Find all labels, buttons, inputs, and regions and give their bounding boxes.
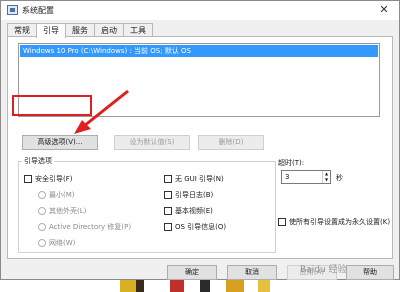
spin-arrows-icon[interactable]: ▲ ▼ <box>322 171 330 183</box>
background-image-fragment <box>120 280 136 292</box>
no-gui-label: 无 GUI 引导(N) <box>175 175 224 183</box>
radio-circle <box>38 223 46 231</box>
boot-options-label: 引导选项 <box>22 156 54 166</box>
radio-circle <box>38 191 46 199</box>
network-label: 网络(W) <box>49 239 76 247</box>
checkbox-box <box>24 175 32 183</box>
make-permanent-checkbox[interactable]: 使所有引导设置成为永久设置(K) <box>278 217 396 228</box>
tab-general[interactable]: 常规 <box>7 23 37 37</box>
active-directory-label: Active Directory 修复(P) <box>49 223 132 231</box>
minimal-radio[interactable]: 最小(M) <box>38 190 75 200</box>
timeout-label: 超时(T): <box>278 159 305 167</box>
annotation-highlight-box <box>12 95 92 116</box>
background-strip <box>0 280 400 292</box>
minimal-label: 最小(M) <box>49 191 75 199</box>
advanced-options-button[interactable]: 高级选项(V)... <box>22 135 98 150</box>
set-default-button[interactable]: 设为默认值(S) <box>114 135 190 150</box>
cancel-button[interactable]: 取消 <box>227 265 277 280</box>
make-permanent-label: 使所有引导设置成为永久设置(K) <box>289 218 391 226</box>
base-video-checkbox[interactable]: 基本视频(E) <box>164 206 213 216</box>
system-config-window: 系统配置 ✕ 常规 引导 服务 启动 工具 Windows 10 Pro (C:… <box>0 0 400 280</box>
title-bar: 系统配置 ✕ <box>1 1 399 20</box>
boot-os-item[interactable]: Windows 10 Pro (C:\Windows) : 当前 OS; 默认 … <box>20 45 378 57</box>
delete-button[interactable]: 删除(D) <box>198 135 264 150</box>
alternate-shell-radio[interactable]: 其他外壳(L) <box>38 206 86 216</box>
base-video-label: 基本视频(E) <box>175 207 213 215</box>
timeout-input[interactable]: 3 ▲ ▼ <box>281 170 331 184</box>
safe-boot-checkbox[interactable]: 安全引导(F) <box>24 174 73 184</box>
checkbox-box <box>164 207 172 215</box>
window-title: 系统配置 <box>22 6 54 15</box>
checkbox-box <box>164 175 172 183</box>
checkbox-box <box>278 218 286 226</box>
checkbox-box <box>164 191 172 199</box>
tab-services[interactable]: 服务 <box>65 23 95 37</box>
ok-button[interactable]: 确定 <box>167 265 217 280</box>
safe-boot-label: 安全引导(F) <box>35 175 73 183</box>
background-image-fragment <box>200 280 210 292</box>
active-directory-radio[interactable]: Active Directory 修复(P) <box>38 222 131 232</box>
background-image-fragment <box>226 280 244 292</box>
background-image-fragment <box>136 280 144 292</box>
radio-circle <box>38 239 46 247</box>
boot-log-checkbox[interactable]: 引导日志(B) <box>164 190 213 200</box>
background-image-fragment <box>170 280 184 292</box>
watermark: Baidu 经验 <box>300 265 347 275</box>
tab-boot[interactable]: 引导 <box>36 23 66 38</box>
timeout-unit: 秒 <box>336 174 343 182</box>
timeout-value: 3 <box>285 173 290 181</box>
boot-log-label: 引导日志(B) <box>175 191 214 199</box>
network-radio[interactable]: 网络(W) <box>38 238 75 248</box>
alternate-shell-label: 其他外壳(L) <box>49 207 87 215</box>
checkbox-box <box>164 223 172 231</box>
system-config-icon <box>7 5 18 15</box>
help-button[interactable]: 帮助 <box>346 265 394 280</box>
tab-tools[interactable]: 工具 <box>123 23 153 37</box>
background-image-fragment <box>258 280 270 292</box>
tab-strip: 常规 引导 服务 启动 工具 <box>7 23 153 38</box>
os-boot-info-label: OS 引导信息(O) <box>175 223 227 231</box>
radio-circle <box>38 207 46 215</box>
close-icon[interactable]: ✕ <box>377 3 391 17</box>
no-gui-checkbox[interactable]: 无 GUI 引导(N) <box>164 174 224 184</box>
tab-startup[interactable]: 启动 <box>94 23 124 37</box>
os-boot-info-checkbox[interactable]: OS 引导信息(O) <box>164 222 226 232</box>
